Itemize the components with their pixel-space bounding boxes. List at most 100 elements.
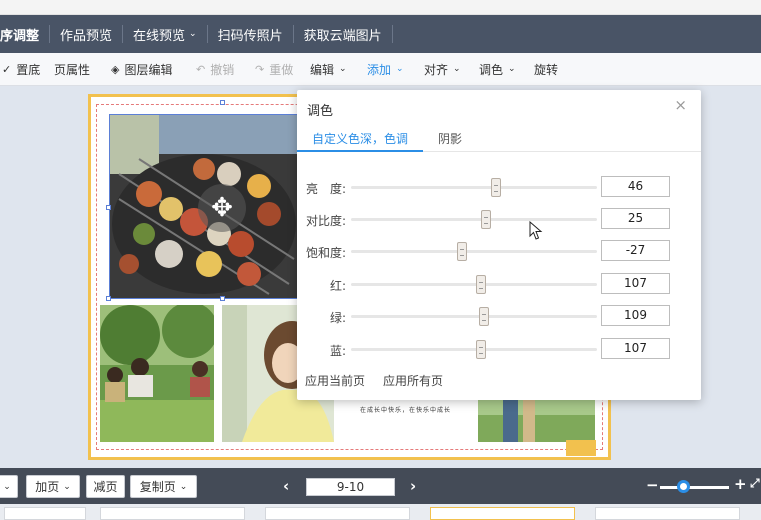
- resize-handle-left[interactable]: [106, 205, 111, 210]
- send-to-bottom-button[interactable]: ✓ 置底: [2, 61, 40, 78]
- apply-all-pages-button[interactable]: 应用所有页: [383, 372, 443, 389]
- resize-handle-top[interactable]: [220, 100, 225, 105]
- chevron-down-icon: ⌄: [339, 64, 347, 74]
- slider-row: 蓝: 107: [297, 338, 701, 359]
- slider-track[interactable]: [351, 340, 597, 359]
- add-dropdown[interactable]: 添加 ⌄: [367, 61, 404, 78]
- chevron-down-icon: ⌄: [179, 481, 188, 492]
- slider-value-input[interactable]: 107: [601, 273, 670, 294]
- redo-button[interactable]: ↷ 重做: [255, 61, 293, 78]
- slider-label: 蓝:: [329, 344, 346, 358]
- main-menu-bar: 序调整 作品预览 在线预览 ⌄ 扫码传照片 获取云端图片: [0, 15, 761, 53]
- slider-row: 饱和度: -27: [297, 240, 701, 261]
- slider-value-input[interactable]: 109: [601, 305, 670, 326]
- title-strip: [0, 0, 761, 15]
- tab-custom-tone[interactable]: 自定义色深，色调: [312, 130, 408, 147]
- page-corner-accent: [566, 440, 596, 456]
- rotate-button[interactable]: 旋转: [534, 61, 558, 78]
- chevron-down-icon: ⌄: [396, 64, 404, 74]
- menu-online-preview[interactable]: 在线预览 ⌄: [123, 25, 208, 44]
- align-dropdown[interactable]: 对齐 ⌄: [424, 61, 461, 78]
- slider-value-input[interactable]: 46: [601, 176, 670, 197]
- page-thumbnail[interactable]: [100, 507, 245, 520]
- slider-track[interactable]: [351, 210, 597, 229]
- slider-thumb[interactable]: [476, 275, 487, 294]
- slider-track[interactable]: [351, 307, 597, 326]
- menu-order-adjust[interactable]: 序调整: [0, 25, 51, 44]
- slider-track[interactable]: [351, 178, 597, 197]
- active-tab-indicator: [297, 150, 423, 152]
- friends-lawn-image: [100, 305, 214, 442]
- chevron-down-icon: ⌄: [508, 64, 516, 74]
- chevron-down-icon: ⌄: [189, 29, 197, 39]
- slider-track[interactable]: [351, 242, 597, 261]
- color-adjust-panel: 调色 × 自定义色深，色调 阴影 亮 度: 46 对比度: 25 饱和度: -27 红: 10…: [297, 90, 701, 400]
- remove-page-button[interactable]: 减页: [86, 475, 125, 498]
- copy-page-button[interactable]: 复制页 ⌄: [130, 475, 197, 498]
- resize-handle-bottom-left[interactable]: [106, 296, 111, 301]
- close-icon[interactable]: ×: [674, 96, 687, 114]
- slider-thumb[interactable]: [491, 178, 502, 197]
- menu-work-preview[interactable]: 作品预览: [50, 25, 124, 44]
- slider-row: 对比度: 25: [297, 208, 701, 229]
- page-thumbnail[interactable]: [595, 507, 740, 520]
- slider-value-input[interactable]: 25: [601, 208, 670, 229]
- undo-button[interactable]: ↶ 撤销: [196, 61, 234, 78]
- mouse-pointer-icon: [529, 221, 543, 240]
- page-caption-text: 在成长中快乐，在快乐中成长: [360, 407, 452, 414]
- page-range-field[interactable]: 9-10: [306, 478, 395, 496]
- check-icon: ✓: [2, 62, 12, 76]
- menu-scan-upload[interactable]: 扫码传照片: [208, 25, 294, 44]
- next-page-icon[interactable]: ›: [410, 477, 416, 495]
- tab-shadow[interactable]: 阴影: [438, 130, 462, 147]
- page-thumbnail[interactable]: [265, 507, 410, 520]
- chevron-down-icon: ⌄: [3, 481, 11, 492]
- slider-thumb[interactable]: [456, 242, 467, 261]
- slider-value-input[interactable]: -27: [601, 240, 670, 261]
- slider-label: 绿:: [329, 311, 346, 325]
- slider-row: 红: 107: [297, 273, 701, 294]
- zoom-slider[interactable]: [660, 486, 729, 489]
- kids-park-photo[interactable]: [478, 400, 595, 442]
- slider-thumb[interactable]: [481, 210, 492, 229]
- slider-label: 对比度:: [305, 214, 346, 228]
- zoom-in-icon[interactable]: +: [734, 475, 747, 493]
- redo-icon: ↷: [255, 62, 265, 76]
- panel-title: 调色: [307, 104, 334, 119]
- edit-dropdown[interactable]: 编辑 ⌄: [310, 61, 347, 78]
- apply-current-page-button[interactable]: 应用当前页: [305, 372, 365, 389]
- edit-toolbar: ✓ 置底 页属性 ◈ 图层编辑 ↶ 撤销 ↷ 重做 编辑 ⌄ 添加 ⌄ 对齐 ⌄ 调色 ⌄ 旋转: [0, 53, 761, 86]
- slider-label: 红:: [329, 279, 346, 293]
- color-adjust-dropdown[interactable]: 调色 ⌄: [479, 61, 516, 78]
- fullscreen-icon[interactable]: ⤢: [750, 476, 760, 491]
- zoom-out-icon[interactable]: −: [646, 476, 659, 494]
- zoom-slider-thumb[interactable]: [677, 480, 690, 493]
- prev-page-icon[interactable]: ‹: [283, 477, 289, 495]
- slider-row: 亮 度: 46: [297, 176, 701, 197]
- page-properties-button[interactable]: 页属性: [54, 61, 90, 78]
- prev-dropdown-button[interactable]: ⌄: [0, 475, 18, 498]
- kids-park-image: [478, 400, 595, 442]
- page-nav-bar: ⌄ 加页 ⌄ 减页 复制页 ⌄ ‹ 9-10 › − + ⤢: [0, 468, 761, 504]
- undo-icon: ↶: [196, 62, 206, 76]
- menu-cloud-images[interactable]: 获取云端图片: [294, 25, 393, 44]
- move-icon[interactable]: ✥: [198, 184, 246, 232]
- resize-handle-bottom[interactable]: [220, 296, 225, 301]
- slider-thumb[interactable]: [476, 340, 487, 359]
- add-page-button[interactable]: 加页 ⌄: [26, 475, 80, 498]
- page-thumbnail[interactable]: [430, 507, 575, 520]
- chevron-down-icon: ⌄: [63, 481, 71, 492]
- slider-label: 饱和度:: [305, 246, 346, 260]
- slider-label: 亮 度:: [305, 182, 346, 196]
- slider-value-input[interactable]: 107: [601, 338, 670, 359]
- layers-icon: ◈: [111, 62, 120, 76]
- layer-edit-button[interactable]: ◈ 图层编辑: [111, 61, 172, 78]
- slider-thumb[interactable]: [478, 307, 489, 326]
- slider-row: 绿: 109: [297, 305, 701, 326]
- friends-lawn-photo[interactable]: [100, 305, 214, 442]
- chevron-down-icon: ⌄: [453, 64, 461, 74]
- page-thumbnail[interactable]: [4, 507, 86, 520]
- slider-track[interactable]: [351, 275, 597, 294]
- panel-tabs: 自定义色深，色调 阴影: [297, 126, 701, 152]
- page-thumbnail-strip: [0, 504, 761, 520]
